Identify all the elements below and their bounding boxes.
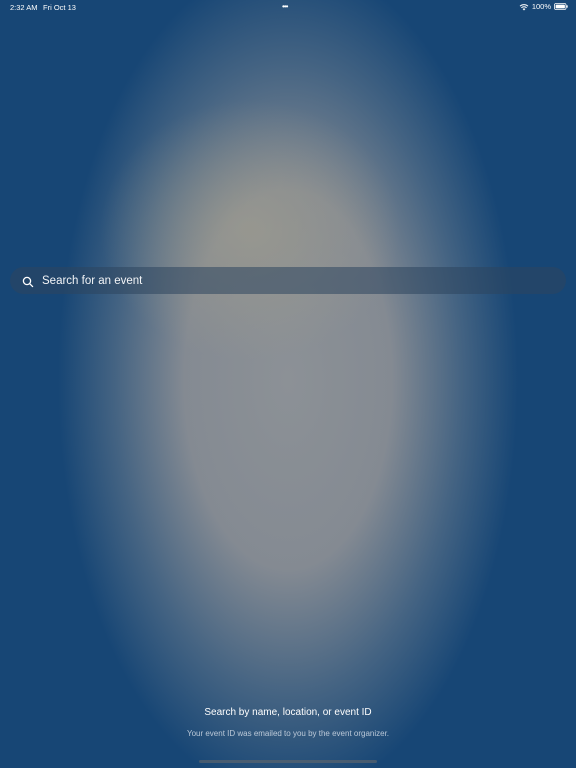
empty-state-title: Search by name, location, or event ID	[204, 707, 372, 718]
multitasking-dots[interactable]: •••	[282, 2, 288, 11]
empty-state-subtitle: Your event ID was emailed to you by the …	[186, 729, 390, 738]
battery-percent: 100%	[531, 2, 551, 11]
background-blur	[0, 0, 576, 768]
status-date: Fri Oct 13	[43, 3, 76, 12]
battery-icon	[554, 3, 568, 10]
wifi-icon	[519, 3, 529, 11]
search-bar[interactable]	[10, 267, 566, 294]
status-bar: 2:32 AM Fri Oct 13 ••• 100%	[0, 0, 576, 14]
status-right: 100%	[519, 2, 568, 11]
search-input[interactable]	[42, 274, 522, 287]
status-time: 2:32 AM	[10, 3, 38, 12]
home-indicator[interactable]	[199, 760, 377, 763]
app-screen: 2:32 AM Fri Oct 13 ••• 100% Search for a…	[0, 0, 576, 768]
search-icon	[22, 275, 34, 287]
